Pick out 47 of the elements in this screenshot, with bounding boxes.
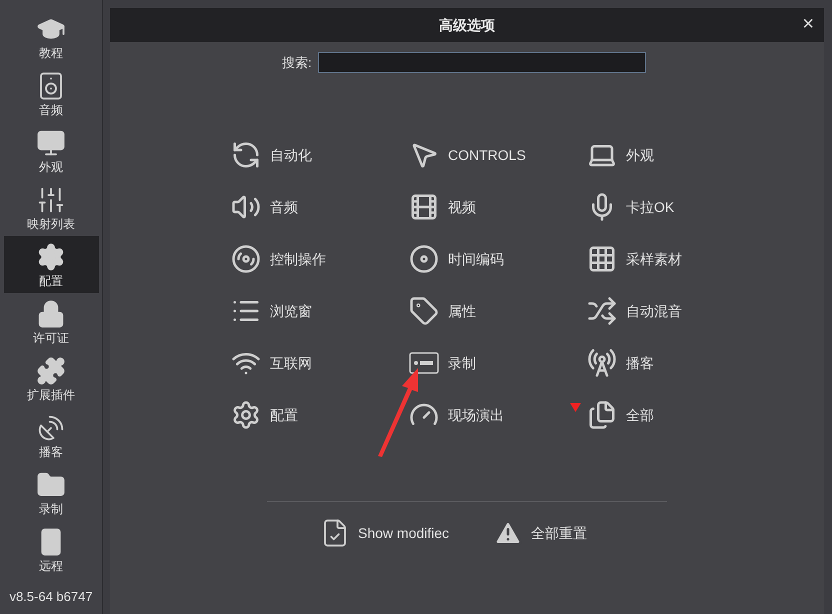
close-button[interactable]: × [802,13,814,35]
sidebar-item[interactable]: 录制 [4,464,98,521]
option-item[interactable]: 播客 [586,337,764,389]
sidebar-item[interactable]: 播客 [4,407,98,464]
option-item[interactable]: 浏览窗 [230,285,408,337]
option-item[interactable]: 音频 [230,181,408,233]
film-icon [409,192,439,222]
marker-triangle-icon [570,403,581,412]
option-item[interactable]: 全部 [586,389,764,441]
show-modified-button[interactable]: Show modifiec [320,516,450,550]
option-item[interactable]: 互联网 [230,337,408,389]
sidebar-item[interactable]: 配置 [4,236,98,293]
refresh-icon [231,140,261,170]
shuffle-icon [587,296,617,326]
window-title: 高级选项 [439,16,495,34]
sidebar-item[interactable]: 教程 [4,8,98,65]
option-item[interactable]: 卡拉OK [586,181,764,233]
option-item[interactable]: 视频 [408,181,586,233]
sidebar-item[interactable]: 许可证 [4,293,98,350]
option-item[interactable]: 采样素材 [586,233,764,285]
option-item[interactable]: 现场演出 [408,389,586,441]
documents-icon [587,400,617,430]
sidebar-item[interactable]: 扩展插件 [4,350,98,407]
version-label: v8.5-64 b6747 [9,588,93,606]
rec-icon [409,352,439,374]
option-item[interactable]: 自动化 [230,129,408,181]
option-item[interactable]: 外观 [586,129,764,181]
tag-icon [409,296,439,326]
sidebar-item[interactable]: 远程 [4,521,98,578]
option-item[interactable]: 控制操作 [230,233,408,285]
option-item[interactable]: 时间编码 [408,233,586,285]
option-item[interactable]: 配置 [230,389,408,441]
sidebar-item[interactable]: 映射列表 [4,179,98,236]
option-item[interactable]: CONTROLS [408,129,586,181]
puzzle-icon [36,356,66,386]
grid-icon [587,244,617,274]
turntable-icon [231,244,261,274]
search-field[interactable] [318,52,646,73]
option-item[interactable]: 属性 [408,285,586,337]
sidebar-item[interactable]: 外观 [4,122,98,179]
radio-tower-icon [587,348,617,378]
reset-all-button[interactable]: 全部重置 [493,516,588,550]
option-item[interactable]: 录制 [408,337,586,389]
search-label: 搜索: [282,54,312,72]
option-item[interactable]: 自动混音 [586,285,764,337]
sidebar-item[interactable]: 音频 [4,65,98,122]
disc-icon [409,244,439,274]
